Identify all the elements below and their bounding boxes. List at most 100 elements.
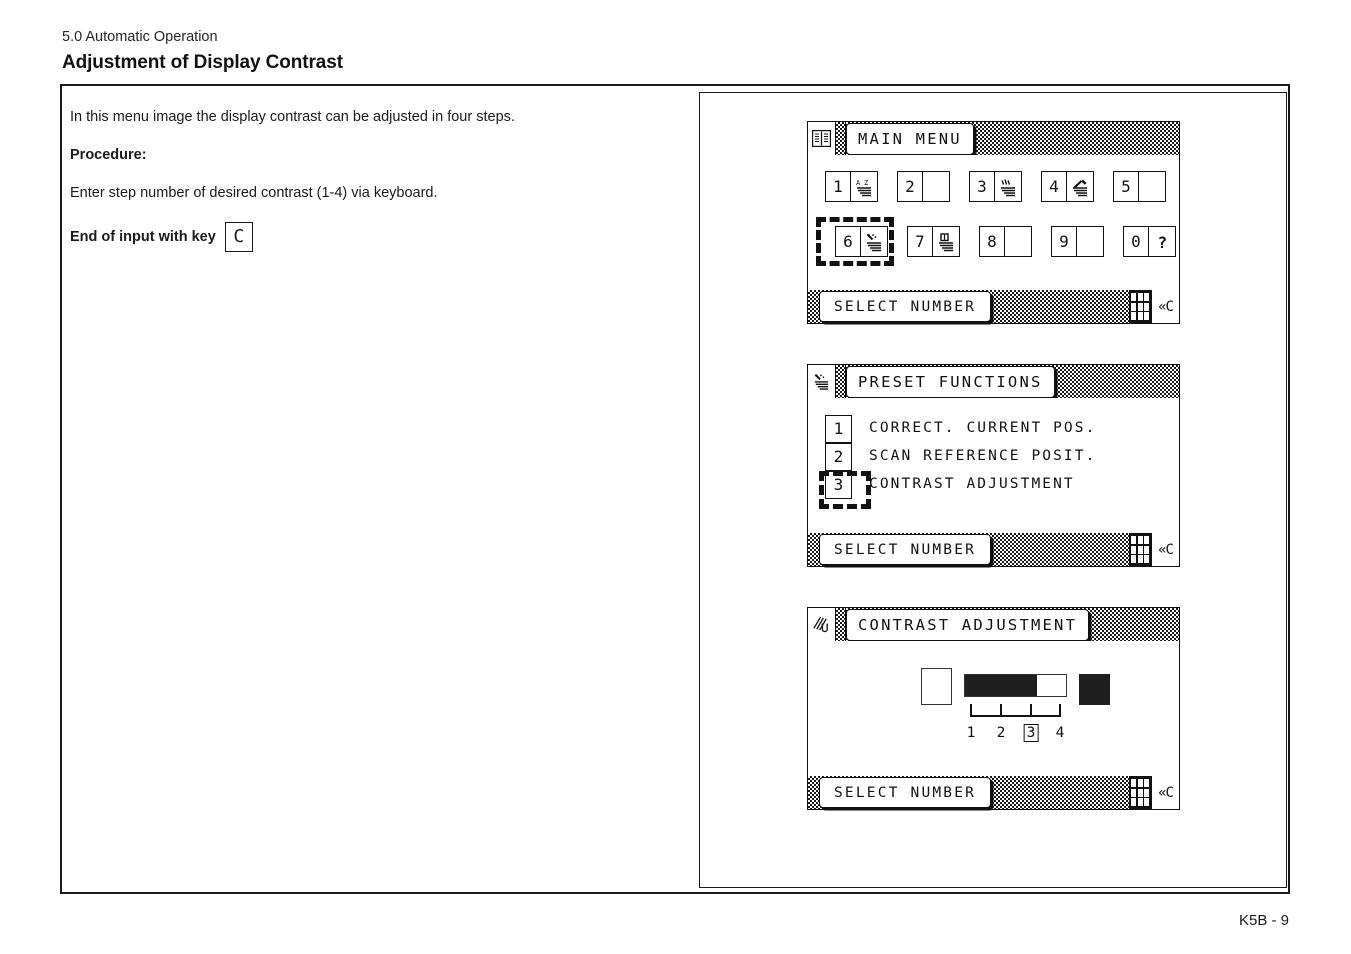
menu-button-5[interactable]: 5 xyxy=(1113,171,1166,202)
list-item-3-label: CONTRAST ADJUSTMENT xyxy=(869,476,1075,492)
menu-button-2[interactable]: 2 xyxy=(897,171,950,202)
statusbar-preset-functions: SELECT NUMBER «C xyxy=(808,533,1179,566)
statusbar-left-texture xyxy=(808,776,819,809)
titlebar-fill: CONTRAST ADJUSTMENT xyxy=(846,608,1179,641)
white-reference-swatch xyxy=(921,668,952,705)
titlebar-preset-functions: PRESET FUNCTIONS xyxy=(808,365,1179,398)
list-item-1-number: 1 xyxy=(825,414,852,443)
statusbar-contrast-adjustment: SELECT NUMBER «C xyxy=(808,776,1179,809)
statusbar-fill: SELECT NUMBER xyxy=(819,533,1129,566)
contrast-tick-scale xyxy=(964,704,1067,719)
lcd-screen-preset-functions: PRESET FUNCTIONS 1 CORRECT. CURRENT POS.… xyxy=(807,364,1180,567)
titlebar-fill: PRESET FUNCTIONS xyxy=(846,365,1179,398)
step-paragraph: Enter step number of desired contrast (1… xyxy=(70,185,438,201)
list-item-2-number: 2 xyxy=(825,442,852,471)
menu-button-8-number: 8 xyxy=(987,232,997,251)
menu-button-8[interactable]: 8 xyxy=(979,226,1032,257)
titlebar-spine xyxy=(836,365,846,398)
menu-button-6-number: 6 xyxy=(843,232,853,251)
menu-button-4[interactable]: 4 xyxy=(1041,171,1094,202)
contrast-level-fill xyxy=(965,675,1037,696)
back-clear-key[interactable]: «C xyxy=(1151,290,1179,323)
scale-label-2[interactable]: 2 xyxy=(997,724,1006,742)
menu-button-9-icon-blank xyxy=(1076,227,1103,256)
end-of-input-line: End of input with key C xyxy=(70,222,670,252)
titlebar-fill: MAIN MENU xyxy=(846,122,1179,155)
body-contrast-adjustment: 1 2 3 4 xyxy=(808,641,1179,776)
statusbar-fill: SELECT NUMBER xyxy=(819,290,1129,323)
menu-button-row-1: 1 A Z 2 3 4 5 xyxy=(825,171,1166,202)
scale-label-1[interactable]: 1 xyxy=(967,724,976,742)
black-reference-swatch xyxy=(1079,674,1110,705)
marked-document-icon xyxy=(994,172,1021,201)
menu-button-5-icon-blank xyxy=(1138,172,1165,201)
statusbar-fill: SELECT NUMBER xyxy=(819,776,1129,809)
contrast-scale-labels: 1 2 3 4 xyxy=(964,724,1067,744)
lcd-screen-contrast-adjustment: CONTRAST ADJUSTMENT 1 2 3 4 SELECT NUMBE… xyxy=(807,607,1180,810)
contrast-hatch-icon xyxy=(808,608,836,641)
list-item[interactable]: 3 CONTRAST ADJUSTMENT xyxy=(825,470,1096,499)
tick-2 xyxy=(1000,704,1002,717)
setup-document-icon xyxy=(932,227,959,256)
instruction-text-column: In this menu image the display contrast … xyxy=(70,108,670,252)
scale-label-4[interactable]: 4 xyxy=(1056,724,1065,742)
back-clear-key[interactable]: «C xyxy=(1151,776,1179,809)
question-mark-icon: ? xyxy=(1148,227,1175,256)
titlebar-spine xyxy=(836,608,846,641)
page-title: Adjustment of Display Contrast xyxy=(62,52,343,73)
titlebar-main-menu: MAIN MENU xyxy=(808,122,1179,155)
menu-button-3-number: 3 xyxy=(977,177,987,196)
procedure-colon: : xyxy=(141,147,147,163)
list-item-1-label: CORRECT. CURRENT POS. xyxy=(869,420,1097,436)
menu-button-3[interactable]: 3 xyxy=(969,171,1022,202)
menu-button-5-number: 5 xyxy=(1121,177,1131,196)
back-clear-key[interactable]: «C xyxy=(1151,533,1179,566)
screen-title-contrast-adjustment: CONTRAST ADJUSTMENT xyxy=(846,609,1090,641)
svg-text:A: A xyxy=(856,179,861,187)
menu-button-9[interactable]: 9 xyxy=(1051,226,1104,257)
keypad-icon xyxy=(1129,776,1151,809)
az-document-icon: A Z xyxy=(850,172,877,201)
list-item-2-label: SCAN REFERENCE POSIT. xyxy=(869,448,1097,464)
menu-button-9-number: 9 xyxy=(1059,232,1069,251)
status-text-preset-functions: SELECT NUMBER xyxy=(819,534,992,565)
menu-button-0[interactable]: 0 ? xyxy=(1123,226,1176,257)
page-header: 5.0 Automatic Operation Adjustment of Di… xyxy=(62,28,962,76)
contrast-adjustment-widget: 1 2 3 4 xyxy=(921,668,1110,744)
menu-button-4-number: 4 xyxy=(1049,177,1059,196)
body-preset-functions: 1 CORRECT. CURRENT POS. 2 SCAN REFERENCE… xyxy=(808,398,1179,533)
menu-button-2-icon-blank xyxy=(922,172,949,201)
tick-1 xyxy=(970,704,972,717)
contrast-level-bar[interactable] xyxy=(964,674,1067,697)
preset-functions-list: 1 CORRECT. CURRENT POS. 2 SCAN REFERENCE… xyxy=(819,414,1097,509)
menu-button-0-number: 0 xyxy=(1131,232,1141,251)
scale-label-3-selected[interactable]: 3 xyxy=(1023,724,1039,742)
menu-button-6[interactable]: 6 xyxy=(835,226,888,257)
list-item-3-number: 3 xyxy=(825,470,852,499)
preset-functions-icon xyxy=(808,365,836,398)
procedure-label: Procedure xyxy=(70,147,142,163)
titlebar-contrast-adjustment: CONTRAST ADJUSTMENT xyxy=(808,608,1179,641)
menu-button-7[interactable]: 7 xyxy=(907,226,960,257)
book-icon xyxy=(808,122,836,155)
end-of-input-label: End of input with key xyxy=(70,229,216,245)
menu-button-7-number: 7 xyxy=(915,232,925,251)
menu-button-1[interactable]: 1 A Z xyxy=(825,171,878,202)
list-item[interactable]: 2 SCAN REFERENCE POSIT. xyxy=(825,442,1097,471)
tick-4 xyxy=(1059,704,1061,717)
contrast-swatch-row: 1 2 3 4 xyxy=(921,668,1110,744)
menu-button-row-2: 6 7 8 9 0 ? xyxy=(835,226,1176,257)
clear-key-glyph: C xyxy=(224,222,253,252)
screens-panel: MAIN MENU 1 A Z 2 3 4 5 6 7 8 9 0 ? SELE… xyxy=(699,92,1287,888)
procedure-heading: Procedure: xyxy=(70,146,670,165)
tick-baseline xyxy=(970,715,1061,717)
list-item[interactable]: 1 CORRECT. CURRENT POS. xyxy=(825,414,1097,443)
preset-functions-icon xyxy=(860,227,887,256)
section-label: 5.0 Automatic Operation xyxy=(62,29,218,45)
page-footer: K5B - 9 xyxy=(1238,912,1289,929)
contrast-scale-wrap: 1 2 3 4 xyxy=(964,668,1067,744)
screen-title-main-menu: MAIN MENU xyxy=(846,123,974,155)
menu-button-8-icon-blank xyxy=(1004,227,1031,256)
wrench-tool-icon xyxy=(1066,172,1093,201)
screen-title-preset-functions: PRESET FUNCTIONS xyxy=(846,366,1055,398)
